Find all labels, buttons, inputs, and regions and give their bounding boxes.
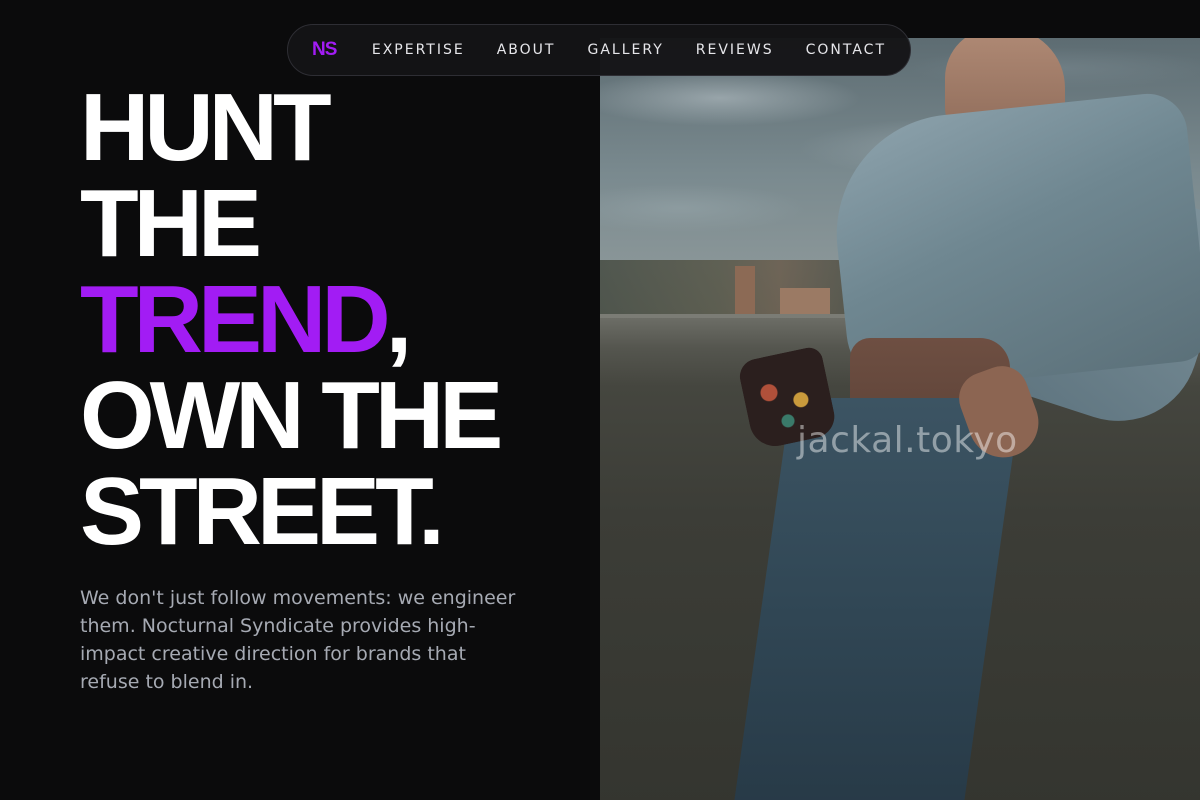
headline-accent-word: TREND <box>80 266 391 373</box>
headline-line-1: HUNT <box>80 74 332 181</box>
photo-tower <box>735 266 755 316</box>
hero-intro-text: We don't just follow movements: we engin… <box>80 587 516 693</box>
nav-link-gallery[interactable]: GALLERY <box>587 42 663 58</box>
main-nav: NS EXPERTISE ABOUT GALLERY REVIEWS CONTA… <box>287 24 911 76</box>
hero-photo: jackal.tokyo <box>600 38 1200 800</box>
headline-line-5: STREET. <box>80 458 445 565</box>
photo-watermark: jackal.tokyo <box>797 420 1018 461</box>
hero-headline: HUNT THE TREND, OWN THE STREET. <box>80 74 503 565</box>
headline-line-2: THE <box>80 170 262 277</box>
nav-link-contact[interactable]: CONTACT <box>806 42 886 58</box>
headline-line-4: OWN THE <box>80 362 503 469</box>
nav-links: EXPERTISE ABOUT GALLERY REVIEWS CONTACT <box>372 42 886 58</box>
brand-logo[interactable]: NS <box>312 39 348 61</box>
nav-link-about[interactable]: ABOUT <box>497 42 556 58</box>
headline-comma: , <box>385 266 413 373</box>
headline-line-3: TREND, <box>80 272 498 368</box>
nav-link-expertise[interactable]: EXPERTISE <box>372 42 465 58</box>
nav-link-reviews[interactable]: REVIEWS <box>696 42 774 58</box>
